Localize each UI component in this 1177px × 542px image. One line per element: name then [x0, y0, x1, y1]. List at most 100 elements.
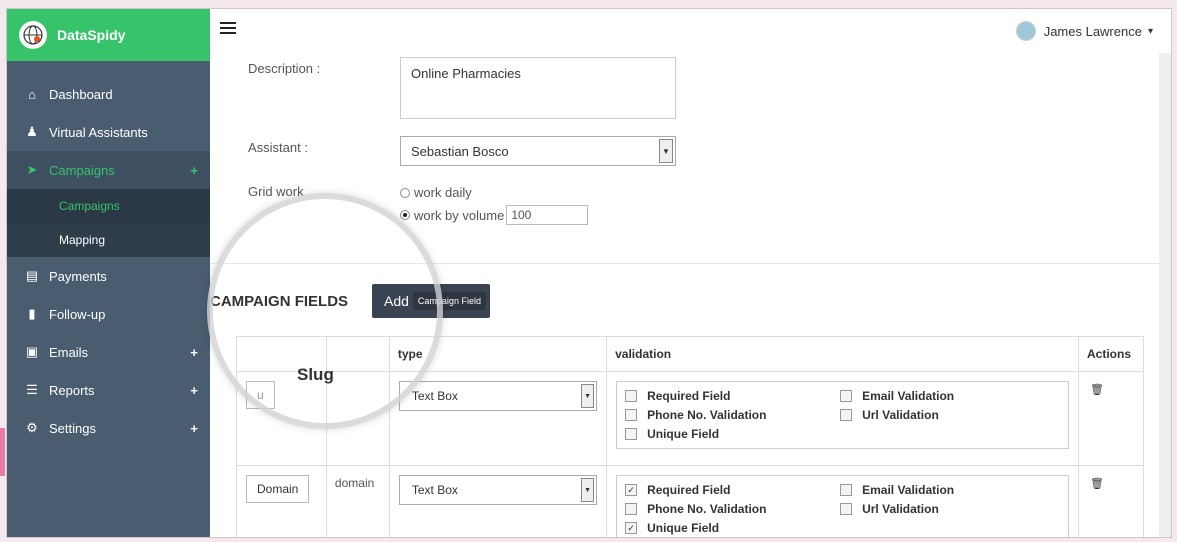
radio-work-daily[interactable]: work daily [400, 185, 472, 200]
assistant-select[interactable]: Sebastian Bosco ▼ [400, 136, 676, 166]
avatar [1015, 21, 1036, 41]
dropdown-arrow-icon: ▼ [581, 384, 595, 408]
checkbox-url[interactable]: Url Validation [840, 502, 1040, 516]
user-menu[interactable]: James Lawrence ▾ [1015, 21, 1153, 41]
checkbox-label: Unique Field [647, 427, 720, 441]
trash-icon[interactable]: 🗑 [1090, 383, 1142, 396]
validation-box: ✓ Required Field Email Validation Phone N… [616, 475, 1069, 537]
magnifier-lens [207, 193, 443, 429]
sidebar-item-emails[interactable]: ▣ Emails + [7, 333, 210, 371]
radio-label: work daily [414, 185, 472, 200]
field-type-select[interactable]: Text Box ▼ [398, 381, 598, 411]
dropdown-arrow-icon: ▼ [659, 139, 673, 163]
checkbox-label: Url Validation [862, 408, 939, 422]
sidebar-item-payments[interactable]: ▤ Payments [7, 257, 210, 295]
sidebar-item-label: Reports [49, 382, 95, 398]
checkbox-label: Email Validation [862, 389, 955, 403]
expand-icon[interactable]: + [190, 163, 198, 178]
sidebar-item-label: Emails [49, 344, 89, 360]
left-edge-strip [0, 428, 5, 476]
brand-name: DataSpidy [57, 27, 126, 43]
slug-header-magnified: Slug [297, 365, 334, 384]
sidebar-item-dashboard[interactable]: ⌂ Dashboard [7, 75, 210, 113]
globe-spider-icon [19, 21, 47, 49]
sidebar: DataSpidy ⌂ Dashboard ♟ Virtual Assistants… [7, 9, 210, 537]
checkbox-icon [625, 409, 638, 421]
scrollbar[interactable] [1159, 53, 1171, 537]
sidebar-item-followup[interactable]: ▮ Follow-up [7, 295, 210, 333]
checkbox-unique[interactable]: Unique Field [625, 427, 840, 441]
radio-work-by-volume[interactable]: work by volume 100 [400, 205, 589, 225]
volume-input[interactable]: 100 [506, 205, 589, 225]
description-label: Description : [248, 61, 321, 76]
checkbox-label: Email Validation [862, 483, 955, 497]
checkbox-unique[interactable]: ✓ Unique Field [625, 521, 840, 535]
dropdown-arrow-icon: ▼ [581, 478, 595, 502]
sidebar-item-label: Mapping [59, 233, 106, 247]
sidebar-item-virtual-assistants[interactable]: ♟ Virtual Assistants [7, 113, 210, 151]
checkbox-label: Required Field [647, 389, 731, 403]
hamburger-icon[interactable] [220, 22, 236, 37]
sidebar-subitem-campaigns[interactable]: Campaigns [7, 189, 210, 223]
expand-icon[interactable]: + [190, 421, 198, 436]
checkbox-icon [840, 484, 853, 496]
home-icon: ⌂ [28, 86, 36, 102]
checkbox-phone[interactable]: Phone No. Validation [625, 502, 840, 516]
checkbox-label: Required Field [647, 483, 731, 497]
sidebar-item-label: Campaigns [49, 162, 115, 178]
checkbox-checked-icon: ✓ [625, 484, 638, 496]
user-name: James Lawrence [1043, 23, 1142, 39]
checkbox-checked-icon: ✓ [625, 522, 638, 534]
sidebar-nav: ⌂ Dashboard ♟ Virtual Assistants ➤ Campaign… [7, 75, 210, 447]
sidebar-item-label: Payments [49, 268, 107, 284]
select-value: Text Box [411, 483, 458, 497]
megaphone-icon: ➤ [26, 162, 38, 177]
users-icon: ♟ [26, 124, 38, 139]
radio-icon [400, 187, 410, 198]
sidebar-item-label: Virtual Assistants [49, 124, 148, 140]
checkbox-required[interactable]: Required Field [625, 389, 840, 403]
checkbox-label: Unique Field [647, 521, 720, 535]
checkbox-email[interactable]: Email Validation [840, 389, 1040, 403]
checkbox-label: Url Validation [862, 502, 939, 516]
field-slug: domain [325, 465, 390, 537]
checkbox-email[interactable]: Email Validation [840, 483, 1040, 497]
sidebar-item-settings[interactable]: ⚙ Settings + [7, 409, 210, 447]
validation-box: Required Field Email Validation Phone No… [616, 381, 1069, 449]
reports-icon: ☰ [26, 382, 38, 397]
app-window: DataSpidy ⌂ Dashboard ♟ Virtual Assistants… [6, 8, 1172, 538]
sidebar-item-label: Campaigns [59, 199, 120, 213]
inbox-icon: ▣ [25, 344, 39, 359]
sidebar-item-label: Dashboard [49, 86, 113, 102]
sidebar-item-reports[interactable]: ☰ Reports + [7, 371, 210, 409]
checkbox-icon [625, 428, 638, 440]
assistant-label: Assistant : [248, 140, 308, 155]
radio-icon [400, 210, 410, 220]
description-textarea[interactable]: Online Pharmacies [400, 57, 676, 119]
checkbox-required[interactable]: ✓ Required Field [625, 483, 840, 497]
checkbox-icon [625, 503, 638, 515]
table-row: Domain domain Text Box ▼ ✓ Required Field … [236, 465, 1145, 537]
chevron-down-icon: ▾ [1147, 25, 1153, 37]
header-actions: Actions [1077, 336, 1145, 372]
sidebar-subitem-mapping[interactable]: Mapping [7, 223, 210, 257]
checkbox-phone[interactable]: Phone No. Validation [625, 408, 840, 422]
gears-icon: ⚙ [26, 420, 38, 435]
select-value: Text Box [411, 389, 458, 403]
checkbox-icon [840, 409, 853, 421]
trash-icon[interactable]: 🗑 [1090, 477, 1142, 490]
brand-header[interactable]: DataSpidy [7, 9, 210, 61]
assistant-select-value: Sebastian Bosco [411, 143, 509, 159]
field-name-input[interactable]: Domain [246, 475, 310, 503]
sidebar-item-label: Settings [49, 420, 96, 436]
checkbox-icon [625, 390, 638, 402]
radio-label: work by volume [414, 207, 505, 223]
header-validation: validation [606, 336, 1079, 372]
expand-icon[interactable]: + [190, 383, 198, 398]
top-bar: James Lawrence ▾ [210, 9, 1171, 54]
checkbox-url[interactable]: Url Validation [840, 408, 1040, 422]
sidebar-item-campaigns[interactable]: ➤ Campaigns + [7, 151, 210, 189]
checkbox-icon [840, 503, 853, 515]
expand-icon[interactable]: + [190, 345, 198, 360]
field-type-select[interactable]: Text Box ▼ [398, 475, 598, 505]
